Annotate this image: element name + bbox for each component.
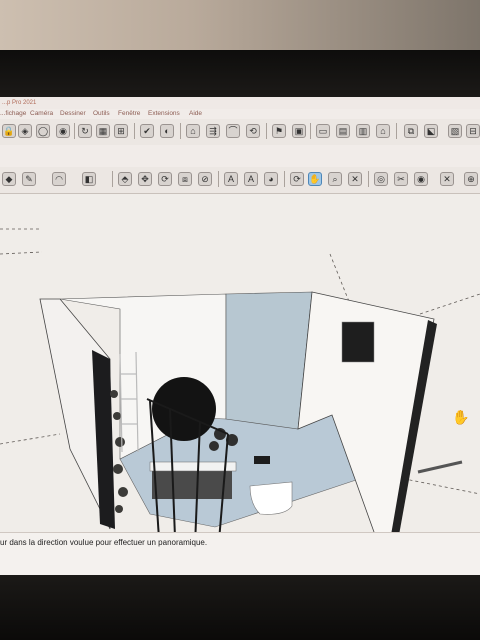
toolbar-separator [396, 123, 397, 139]
refresh-icon[interactable]: ▣ [292, 124, 306, 138]
toolbar-gap [0, 145, 480, 167]
window-icon[interactable]: ▥ [356, 124, 370, 138]
scene-icon[interactable]: ▭ [316, 124, 330, 138]
style-icon[interactable]: ◐ [160, 124, 174, 138]
group-icon[interactable]: ▧ [448, 124, 462, 138]
toolbar-separator [112, 171, 113, 187]
circle-icon[interactable]: ◯ [36, 124, 50, 138]
toolbar-separator [266, 123, 267, 139]
eraser-icon[interactable]: ◆ [2, 172, 16, 186]
arc-icon[interactable]: ◠ [52, 172, 66, 186]
toolbar-separator [310, 123, 311, 139]
grid-icon[interactable]: ⊟ [466, 124, 480, 138]
section-icon[interactable]: ⊞ [114, 124, 128, 138]
bathroom-model-drawing: ✋ [0, 228, 480, 577]
position-camera-icon[interactable]: ◉ [414, 172, 428, 186]
screen: ...p Pro 2021 ...fichage Caméra Dessiner… [0, 97, 480, 577]
push-pull-icon[interactable]: ⬘ [118, 172, 132, 186]
pan-icon[interactable]: ✋ [308, 172, 322, 186]
text-icon[interactable]: A [224, 172, 238, 186]
zoom-icon[interactable]: ⌕ [328, 172, 342, 186]
paint-icon[interactable]: ◈ [18, 124, 32, 138]
layout-icon[interactable]: ▤ [336, 124, 350, 138]
view-icon[interactable]: ✔ [140, 124, 154, 138]
move-icon[interactable]: ✥ [138, 172, 152, 186]
add-location-icon[interactable]: ⊕ [464, 172, 478, 186]
vanity-top [149, 461, 237, 472]
pencil-icon[interactable]: ✎ [22, 172, 36, 186]
window-title: ...p Pro 2021 [2, 100, 37, 106]
sandbox-icon[interactable]: ✕ [440, 172, 454, 186]
hand-cursor-icon: ✋ [452, 409, 469, 426]
offset-icon[interactable]: ⧈ [178, 172, 192, 186]
rotate-icon[interactable]: ↻ [78, 124, 92, 138]
menu-fenetre[interactable]: Fenêtre [118, 109, 140, 119]
toilet [249, 481, 293, 515]
menu-aide[interactable]: Aide [189, 109, 202, 119]
menu-outils[interactable]: Outils [93, 109, 110, 119]
rotate-icon[interactable]: ⟳ [158, 172, 172, 186]
toolbar-separator [284, 171, 285, 187]
camera-icon[interactable]: ◉ [56, 124, 70, 138]
toolbar-large-tools: ◆ ✎ ◠ ◧ ⬘ ✥ ⟳ ⧈ ⊘ A A ◕ ⟳ ✋ ⌕ ✕ ◎ ✂ ◉ ✕ … [0, 167, 480, 194]
lock-icon[interactable]: 🔒 [2, 124, 16, 138]
warehouse-icon[interactable]: ⌒ [226, 124, 240, 138]
arrow-icon[interactable]: ⇶ [206, 124, 220, 138]
toolbar-separator [218, 171, 219, 187]
toolbar-separator [74, 123, 75, 139]
status-hint: ur dans la direction voulue pour effectu… [0, 538, 208, 547]
tape-measure-icon[interactable]: ⊘ [198, 172, 212, 186]
round-mirror [152, 377, 216, 441]
vanity-cabinet [152, 469, 232, 499]
toolbar-separator [134, 123, 135, 139]
drain-channel [417, 460, 463, 474]
monitor-bezel-bottom [0, 575, 480, 640]
toolbar-standard: 🔒 ◈ ◯ ◉ ↻ ▦ ⊞ ✔ ◐ ⌂ ⇶ ⌒ ⟲ ⚑ ▣ ▭ ▤ ▥ ⌂ ⧉ … [0, 119, 480, 146]
rectangle-icon[interactable]: ◧ [82, 172, 96, 186]
component-icon[interactable]: ⧉ [404, 124, 418, 138]
flag-icon[interactable]: ⚑ [272, 124, 286, 138]
zoom-extents-icon[interactable]: ✕ [348, 172, 362, 186]
walk-icon[interactable]: ◎ [374, 172, 388, 186]
extension-icon[interactable]: ⟲ [246, 124, 260, 138]
flush-plate [254, 456, 270, 464]
orbit-tool-icon[interactable]: ⟳ [290, 172, 304, 186]
wall-niche [341, 321, 375, 363]
export-icon[interactable]: ⬕ [424, 124, 438, 138]
menu-extensions[interactable]: Extensions [148, 109, 180, 119]
menu-bar: ...fichage Caméra Dessiner Outils Fenêtr… [0, 109, 480, 119]
paint-bucket-icon[interactable]: A [244, 172, 258, 186]
menu-dessiner[interactable]: Dessiner [60, 109, 86, 119]
toolbar-separator [180, 123, 181, 139]
toolbar-separator [368, 171, 369, 187]
material-icon[interactable]: ⌂ [186, 124, 200, 138]
menu-camera[interactable]: Caméra [30, 109, 53, 119]
orbit-icon[interactable]: ◕ [264, 172, 278, 186]
look-around-icon[interactable]: ✂ [394, 172, 408, 186]
monitor-bezel-top [0, 50, 480, 98]
model-viewport[interactable]: ✋ [0, 194, 480, 577]
blue-wall [225, 291, 313, 430]
status-bar: ur dans la direction voulue pour effectu… [0, 532, 480, 553]
title-bar: ...p Pro 2021 [0, 97, 480, 109]
tray-icon[interactable]: ⌂ [376, 124, 390, 138]
box-icon[interactable]: ▦ [96, 124, 110, 138]
menu-affichage[interactable]: ...fichage [0, 109, 26, 119]
